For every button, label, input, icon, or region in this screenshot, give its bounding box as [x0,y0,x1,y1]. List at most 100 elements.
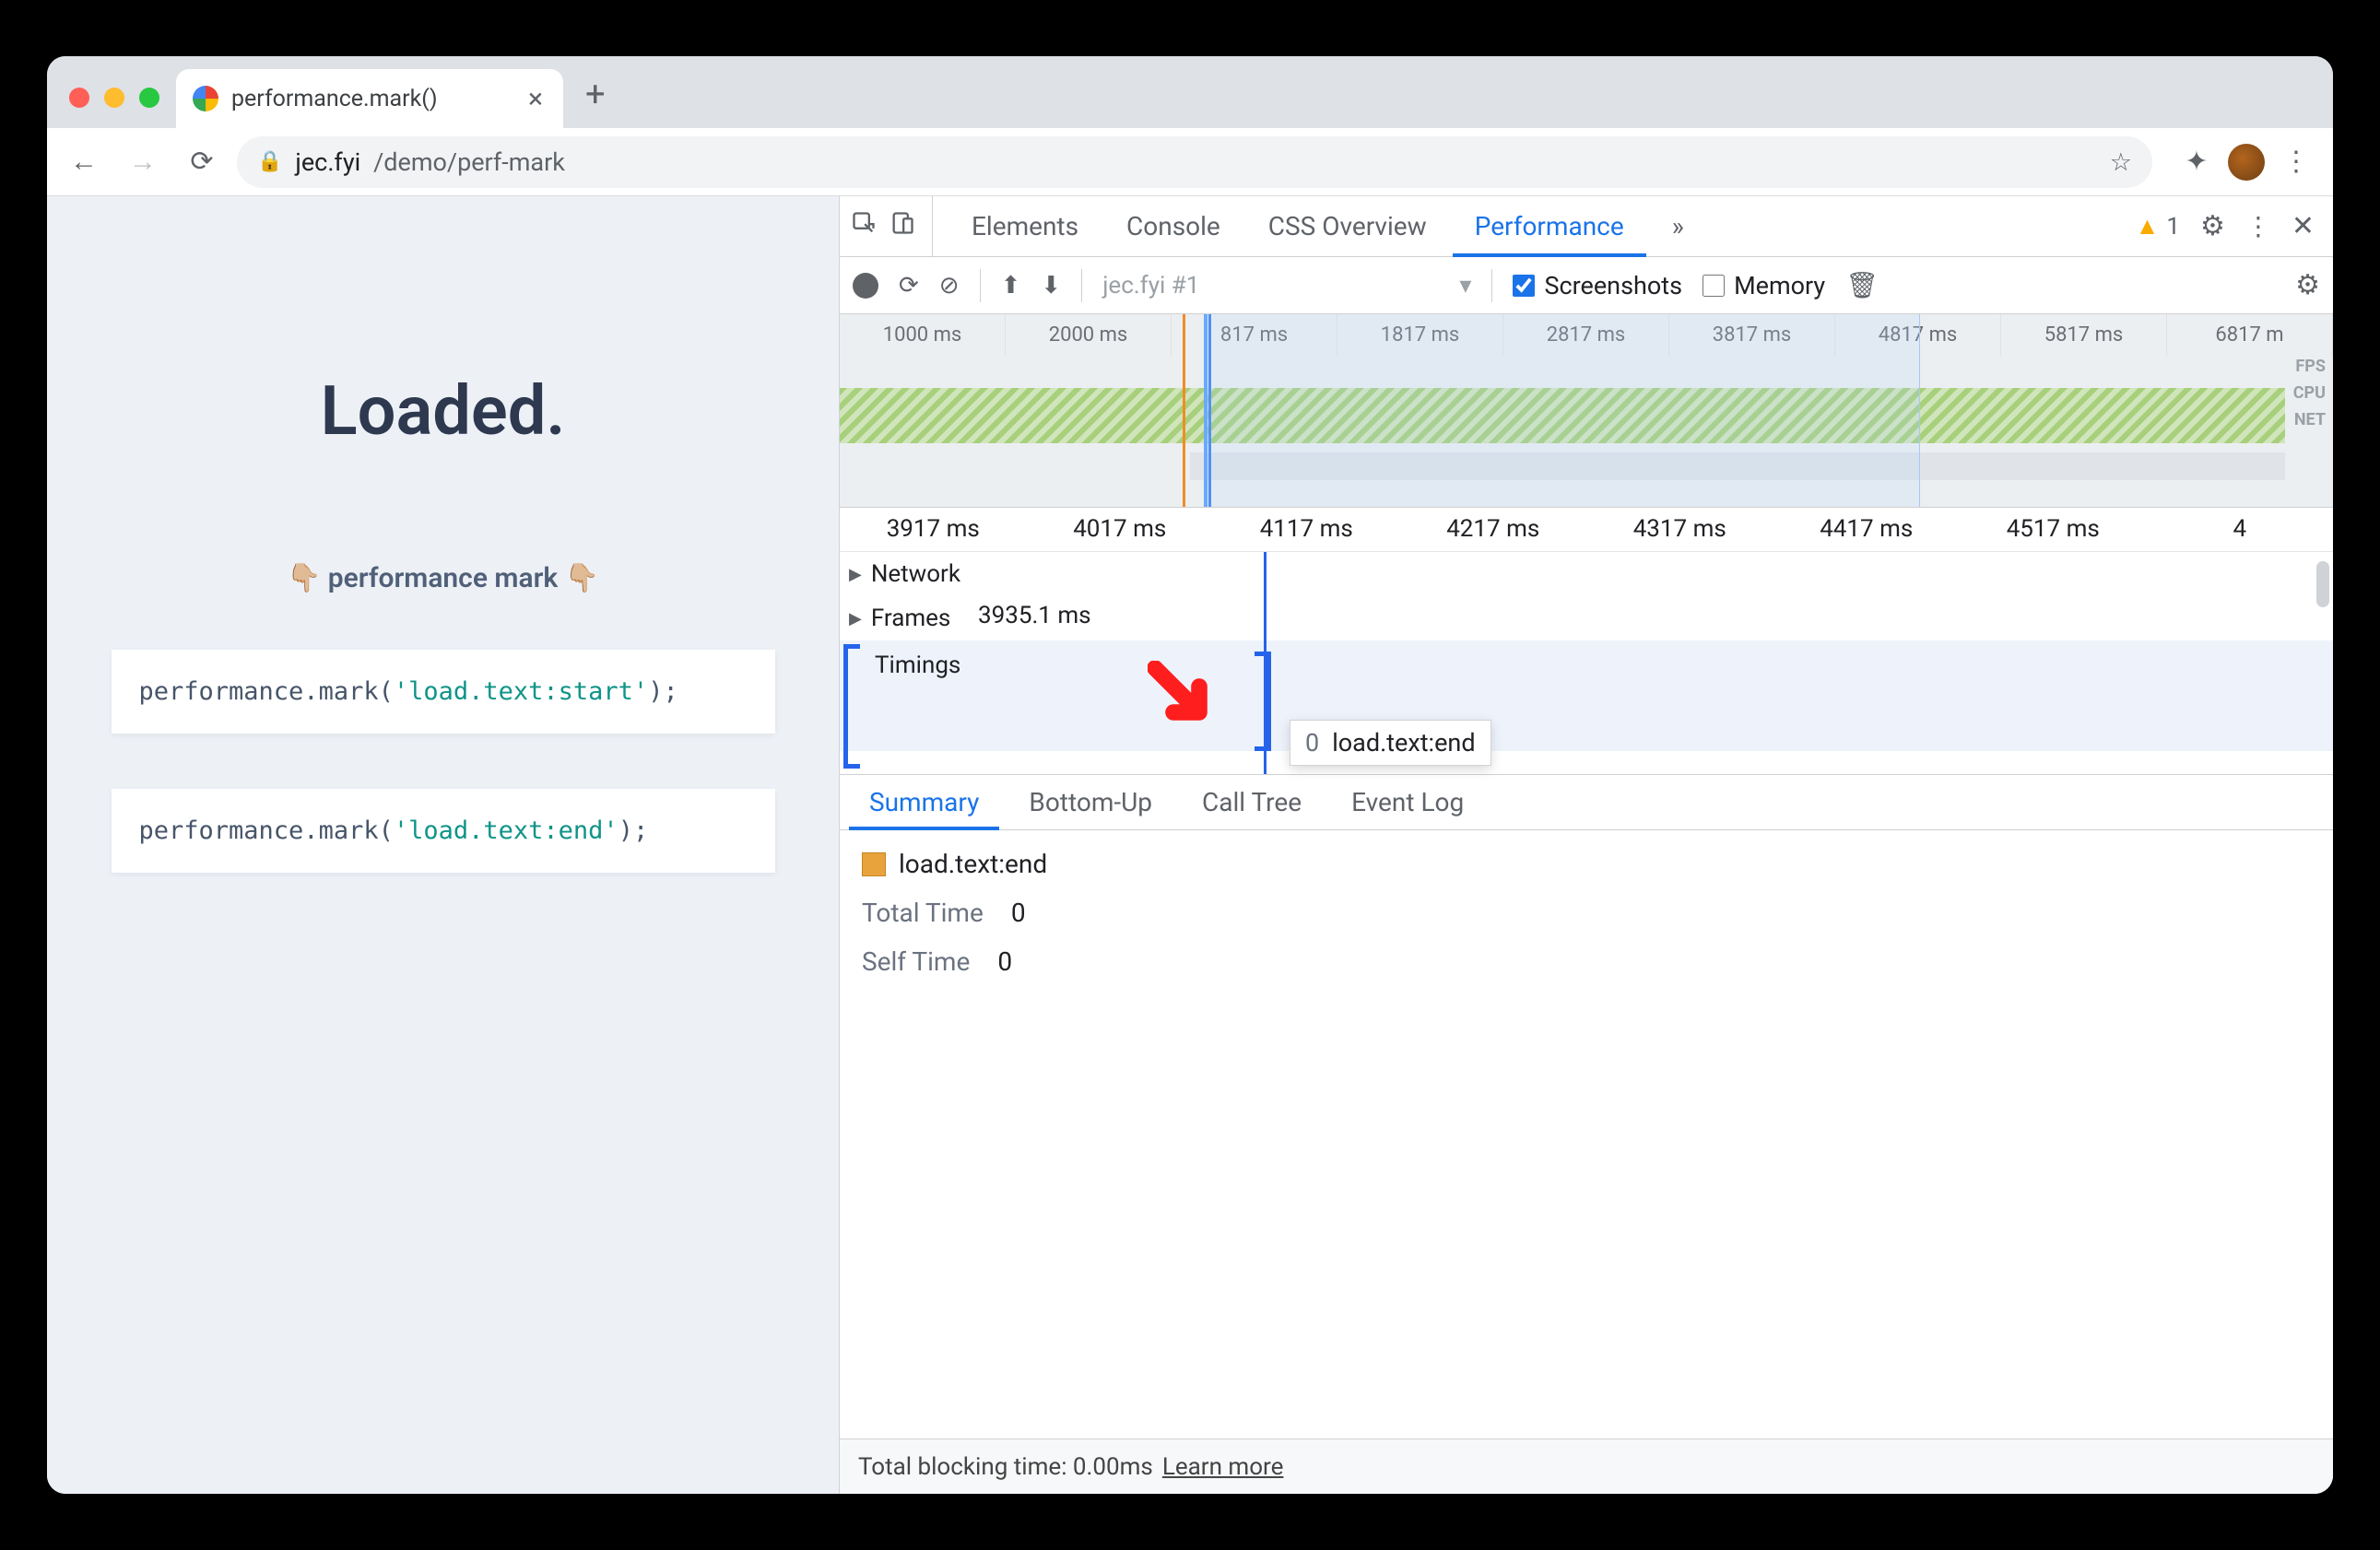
timing-marker-line [1264,552,1267,774]
back-button[interactable]: ← [60,138,108,186]
label-net: NET [2293,410,2326,429]
timing-range-end [1255,652,1271,751]
track-timings[interactable]: Timings [840,640,2333,751]
bookmark-star-icon[interactable]: ☆ [2110,147,2132,177]
tab-console[interactable]: Console [1104,196,1243,256]
extensions-icon[interactable]: ✦ [2173,138,2221,186]
page-heading: Loaded. [321,371,566,452]
tooltip-value: 0 [1305,728,1319,757]
url-host: jec.fyi [295,147,360,177]
track-network[interactable]: ▶ Network [840,552,2333,596]
browser-menu-icon[interactable]: ⋮ [2272,138,2320,186]
summary-label: Total Time [862,898,984,928]
tab-title: performance.mark() [231,86,438,112]
timing-tooltip: 0 load.text:end [1290,720,1491,766]
annotation-arrow-icon [1148,661,1221,734]
memory-input[interactable] [1703,275,1725,297]
reload-button[interactable]: ⟳ [178,138,226,186]
code-string: 'load.text:start' [394,677,648,706]
warnings-indicator[interactable]: ▲ 1 [2136,212,2180,241]
kebab-menu-icon[interactable]: ⋮ [2245,211,2271,241]
tracks-list: ▶ Network ▶ Frames 3935.1 ms Timings [840,552,2333,774]
recording-selector[interactable]: jec.fyi #1 [1102,272,1199,299]
forward-button[interactable]: → [119,138,167,186]
subtab-bottom-up[interactable]: Bottom-Up [1008,775,1172,829]
learn-more-link[interactable]: Learn more [1162,1453,1284,1481]
summary-title-row: load.text:end [862,849,2311,879]
inspect-icon[interactable] [851,210,877,242]
code-text: ); [648,677,678,706]
ruler-tick: 4 [2147,508,2334,551]
toolbar-right: ✦ ⋮ [2173,138,2320,186]
window-controls [62,88,176,128]
label-cpu: CPU [2293,383,2326,403]
performance-toolbar: ⟳ ⊘ ⬆ ⬇ jec.fyi #1 ▾ Screenshots Memory … [840,257,2333,314]
reload-record-button[interactable]: ⟳ [899,272,919,299]
save-profile-icon[interactable]: ⬇ [1041,272,1061,299]
summary-value: 0 [997,946,1012,977]
close-devtools-icon[interactable]: ✕ [2292,210,2315,242]
device-toggle-icon[interactable] [890,210,915,242]
content-area: Loaded. 👇🏼 performance mark 👇🏼 performan… [47,196,2333,1494]
devtools-footer: Total blocking time: 0.00ms Learn more [840,1438,2333,1494]
color-swatch-icon [862,852,886,876]
url-field[interactable]: 🔒 jec.fyi/demo/perf-mark ☆ [237,136,2152,188]
screenshots-checkbox[interactable]: Screenshots [1513,271,1682,300]
warnings-count: 1 [2166,213,2180,241]
summary-total-row: Total Time 0 [862,898,2311,928]
close-window-button[interactable] [69,88,89,108]
browser-tab[interactable]: performance.mark() × [176,69,563,128]
tooltip-label: load.text:end [1332,728,1475,757]
load-profile-icon[interactable]: ⬆ [1001,272,1021,299]
summary-panel: load.text:end Total Time 0 Self Time 0 [840,830,2333,1438]
code-text: performance.mark( [139,677,394,706]
page-subtitle: 👇🏼 performance mark 👇🏼 [287,562,599,594]
ruler-tick: 4317 ms [1586,508,1773,551]
overview-marker [1183,314,1185,507]
overview-pane[interactable]: 1000 ms 2000 ms 817 ms 1817 ms 2817 ms 3… [840,314,2333,508]
disclosure-triangle-icon[interactable]: ▶ [849,565,862,584]
url-path: /demo/perf-mark [373,147,565,177]
overview-selection[interactable] [1204,314,1920,507]
ruler-tick: 4517 ms [1960,508,2147,551]
trash-icon[interactable]: 🗑 [1845,270,1879,300]
browser-window: performance.mark() × + ← → ⟳ 🔒 jec.fyi/d… [47,56,2333,1494]
tab-more[interactable]: » [1650,196,1706,256]
blocking-time-text: Total blocking time: 0.00ms [858,1453,1153,1481]
ruler-tick: 3917 ms [840,508,1027,551]
screenshots-input[interactable] [1513,275,1535,297]
summary-title: load.text:end [899,849,1047,879]
minimize-window-button[interactable] [104,88,124,108]
zoom-window-button[interactable] [139,88,159,108]
clear-button[interactable]: ⊘ [939,272,960,299]
settings-icon[interactable]: ⚙ [2200,210,2225,242]
profile-avatar[interactable] [2228,144,2265,181]
overview-track-labels: FPS CPU NET [2293,357,2326,429]
tab-elements[interactable]: Elements [949,196,1101,256]
flame-chart-area[interactable]: 3917 ms 4017 ms 4117 ms 4217 ms 4317 ms … [840,508,2333,775]
code-text: ); [619,816,649,845]
scrollbar-thumb[interactable] [2316,561,2329,607]
disclosure-triangle-icon[interactable]: ▶ [849,609,862,628]
subtab-call-tree[interactable]: Call Tree [1182,775,1322,829]
subtab-summary[interactable]: Summary [849,775,999,829]
warning-icon: ▲ [2136,212,2160,241]
devtools-tabs: Elements Console CSS Overview Performanc… [840,196,2333,257]
close-tab-icon[interactable]: × [528,83,543,115]
summary-label: Self Time [862,946,970,977]
address-bar: ← → ⟳ 🔒 jec.fyi/demo/perf-mark ☆ ✦ ⋮ [47,128,2333,196]
dropdown-icon[interactable]: ▾ [1459,272,1471,299]
memory-checkbox[interactable]: Memory [1703,271,1825,300]
record-button[interactable] [853,273,878,299]
ruler-tick: 2000 ms [1006,314,1172,357]
subtab-event-log[interactable]: Event Log [1331,775,1484,829]
ruler-tick: 5817 ms [2001,314,2167,357]
ruler-tick: 4217 ms [1400,508,1587,551]
favicon-icon [193,86,218,112]
new-tab-button[interactable]: + [563,75,628,128]
tab-performance[interactable]: Performance [1453,196,1646,256]
browser-tabstrip: performance.mark() × + [47,56,2333,128]
summary-self-row: Self Time 0 [862,946,2311,977]
tab-css-overview[interactable]: CSS Overview [1246,196,1449,256]
capture-settings-icon[interactable]: ⚙ [2295,269,2320,301]
